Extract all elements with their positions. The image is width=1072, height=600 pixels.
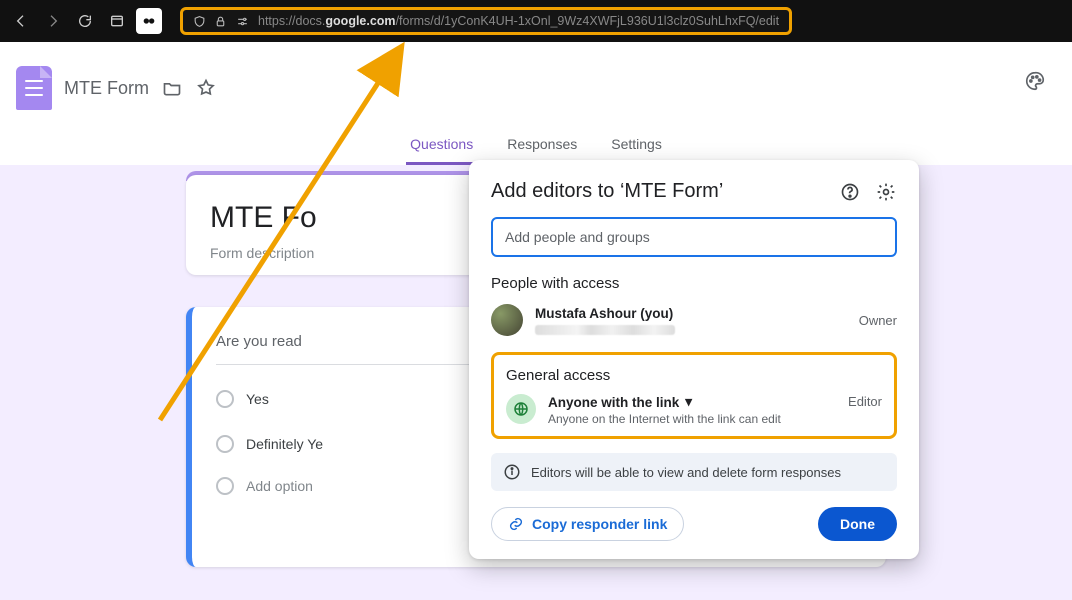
forms-logo-icon[interactable] (16, 66, 52, 110)
lock-icon (214, 15, 227, 28)
url-text: https://docs.google.com/forms/d/1yConK4U… (258, 14, 779, 28)
help-icon[interactable] (839, 181, 861, 203)
info-icon (503, 463, 521, 481)
mask-icon[interactable] (136, 8, 162, 34)
browser-bar: https://docs.google.com/forms/d/1yConK4U… (0, 0, 1072, 42)
general-access-heading: General access (506, 367, 882, 384)
done-button[interactable]: Done (818, 507, 897, 541)
avatar (491, 304, 523, 336)
form-name[interactable]: MTE Form (64, 78, 149, 99)
globe-icon (506, 394, 536, 424)
folder-icon[interactable] (161, 77, 183, 99)
people-with-access-heading: People with access (491, 275, 897, 292)
radio-icon[interactable] (216, 390, 234, 408)
tune-icon (235, 15, 250, 28)
person-name: Mustafa Ashour (you) (535, 306, 675, 321)
radio-icon[interactable] (216, 435, 234, 453)
copy-link-label: Copy responder link (532, 516, 667, 532)
add-option-label[interactable]: Add option (246, 478, 313, 494)
forms-header: MTE Form (0, 42, 1072, 120)
role-label: Owner (859, 313, 897, 328)
input-placeholder: Add people and groups (505, 229, 650, 245)
option-label[interactable]: Yes (246, 391, 269, 407)
access-role-selector[interactable]: Editor (848, 394, 882, 409)
caret-down-icon: ▾ (685, 394, 692, 410)
general-access-section: General access Anyone with the link ▾ An… (491, 352, 897, 439)
person-email-blurred (535, 325, 675, 335)
tab-questions[interactable]: Questions (406, 130, 477, 165)
copy-responder-link-button[interactable]: Copy responder link (491, 507, 684, 541)
link-icon (508, 516, 524, 532)
share-dialog: Add editors to ‘MTE Form’ Add people and… (469, 160, 919, 559)
gear-icon[interactable] (875, 181, 897, 203)
person-row: Mustafa Ashour (you) Owner (491, 304, 897, 336)
url-bar[interactable]: https://docs.google.com/forms/d/1yConK4U… (180, 7, 792, 35)
back-icon[interactable] (8, 8, 34, 34)
access-subtitle: Anyone on the Internet with the link can… (548, 412, 836, 426)
forward-icon[interactable] (40, 8, 66, 34)
radio-icon[interactable] (216, 477, 234, 495)
window-icon[interactable] (104, 8, 130, 34)
option-label[interactable]: Definitely Ye (246, 436, 323, 452)
dialog-title: Add editors to ‘MTE Form’ (491, 180, 723, 203)
shield-icon (193, 15, 206, 28)
editor-notice: Editors will be able to view and delete … (491, 453, 897, 491)
star-icon[interactable] (195, 77, 217, 99)
notice-text: Editors will be able to view and delete … (531, 465, 841, 480)
access-scope-label: Anyone with the link (548, 395, 679, 410)
theme-icon[interactable] (1020, 66, 1050, 96)
reload-icon[interactable] (72, 8, 98, 34)
add-people-input[interactable]: Add people and groups (491, 217, 897, 257)
access-scope-selector[interactable]: Anyone with the link ▾ (548, 394, 836, 410)
